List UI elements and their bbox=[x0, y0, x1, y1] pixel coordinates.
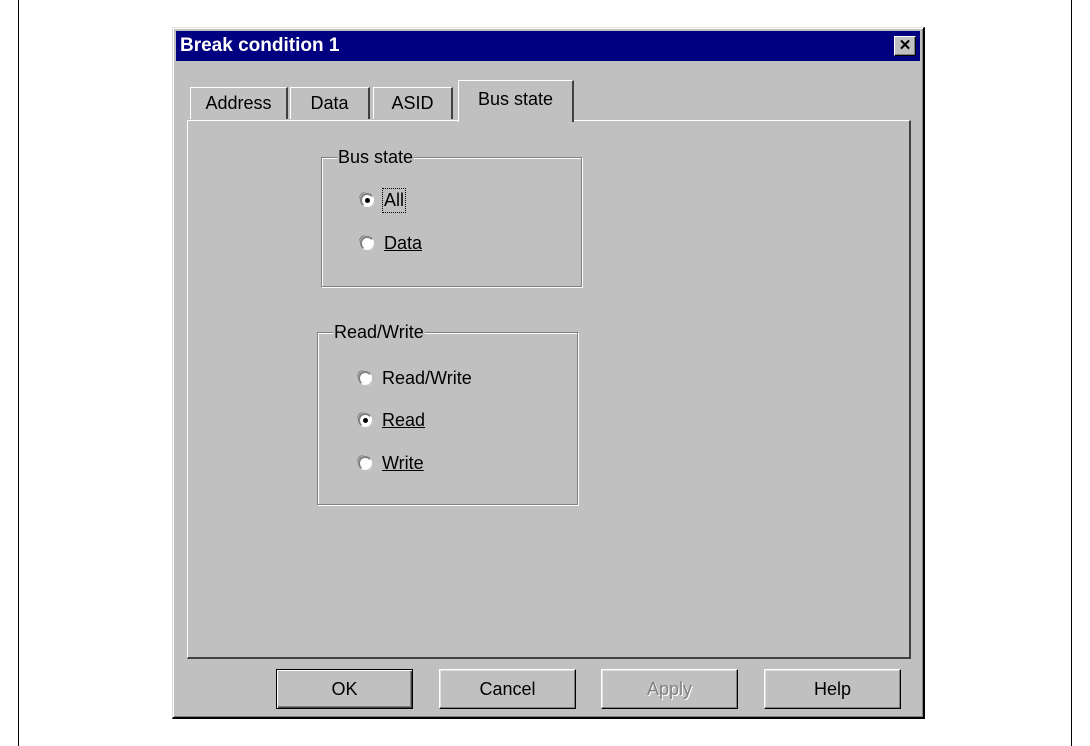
tab-address[interactable]: Address bbox=[190, 87, 288, 119]
radio-bus-state-data-label: Data bbox=[384, 232, 423, 253]
apply-button-label: Apply bbox=[646, 678, 693, 699]
bus-state-group-legend: Bus state bbox=[337, 146, 415, 168]
cancel-button[interactable]: Cancel bbox=[439, 669, 576, 709]
cancel-button-label: Cancel bbox=[479, 678, 536, 699]
ok-button-label: OK bbox=[331, 678, 358, 699]
page-frame-left-border bbox=[18, 0, 19, 746]
tab-address-label: Address bbox=[205, 93, 272, 113]
radio-read-label: Read bbox=[382, 409, 426, 430]
radio-checked-icon bbox=[360, 193, 374, 207]
radio-read-write[interactable]: Read/Write bbox=[358, 366, 472, 390]
tab-data[interactable]: Data bbox=[290, 87, 370, 119]
tab-asid-label: ASID bbox=[391, 93, 434, 113]
bus-state-groupbox: Bus state All Data bbox=[321, 146, 582, 287]
radio-bus-state-data[interactable]: Data bbox=[360, 231, 422, 255]
tab-data-label: Data bbox=[310, 93, 349, 113]
read-write-group-legend: Read/Write bbox=[333, 321, 425, 343]
tab-bus-state[interactable]: Bus state bbox=[458, 80, 574, 122]
title-bar[interactable]: Break condition 1 ✕ bbox=[176, 31, 920, 61]
tab-bus-state-label: Bus state bbox=[477, 89, 554, 109]
close-button[interactable]: ✕ bbox=[894, 36, 916, 56]
page-frame-right-border bbox=[1071, 0, 1072, 746]
radio-bus-state-all-label: All bbox=[381, 187, 407, 213]
tab-asid[interactable]: ASID bbox=[373, 87, 453, 119]
close-icon: ✕ bbox=[898, 37, 912, 54]
help-button-label: Help bbox=[813, 678, 852, 699]
radio-write-label: Write bbox=[382, 452, 424, 473]
radio-unchecked-icon bbox=[358, 371, 372, 385]
radio-checked-icon bbox=[358, 413, 372, 427]
help-button[interactable]: Help bbox=[764, 669, 901, 709]
ok-button[interactable]: OK bbox=[276, 669, 413, 709]
dialog-title: Break condition 1 bbox=[180, 35, 340, 56]
radio-unchecked-icon bbox=[358, 456, 372, 470]
read-write-groupbox: Read/Write Read/Write Read Write bbox=[317, 321, 578, 505]
apply-button[interactable]: Apply bbox=[601, 669, 738, 709]
radio-bus-state-all[interactable]: All bbox=[360, 187, 407, 213]
radio-read-write-label: Read/Write bbox=[382, 367, 472, 388]
radio-unchecked-icon bbox=[360, 236, 374, 250]
radio-write[interactable]: Write bbox=[358, 451, 424, 475]
radio-read[interactable]: Read bbox=[358, 408, 425, 432]
bus-state-tab-panel: Bus state All Data Read/Write Read/Write… bbox=[187, 120, 911, 659]
